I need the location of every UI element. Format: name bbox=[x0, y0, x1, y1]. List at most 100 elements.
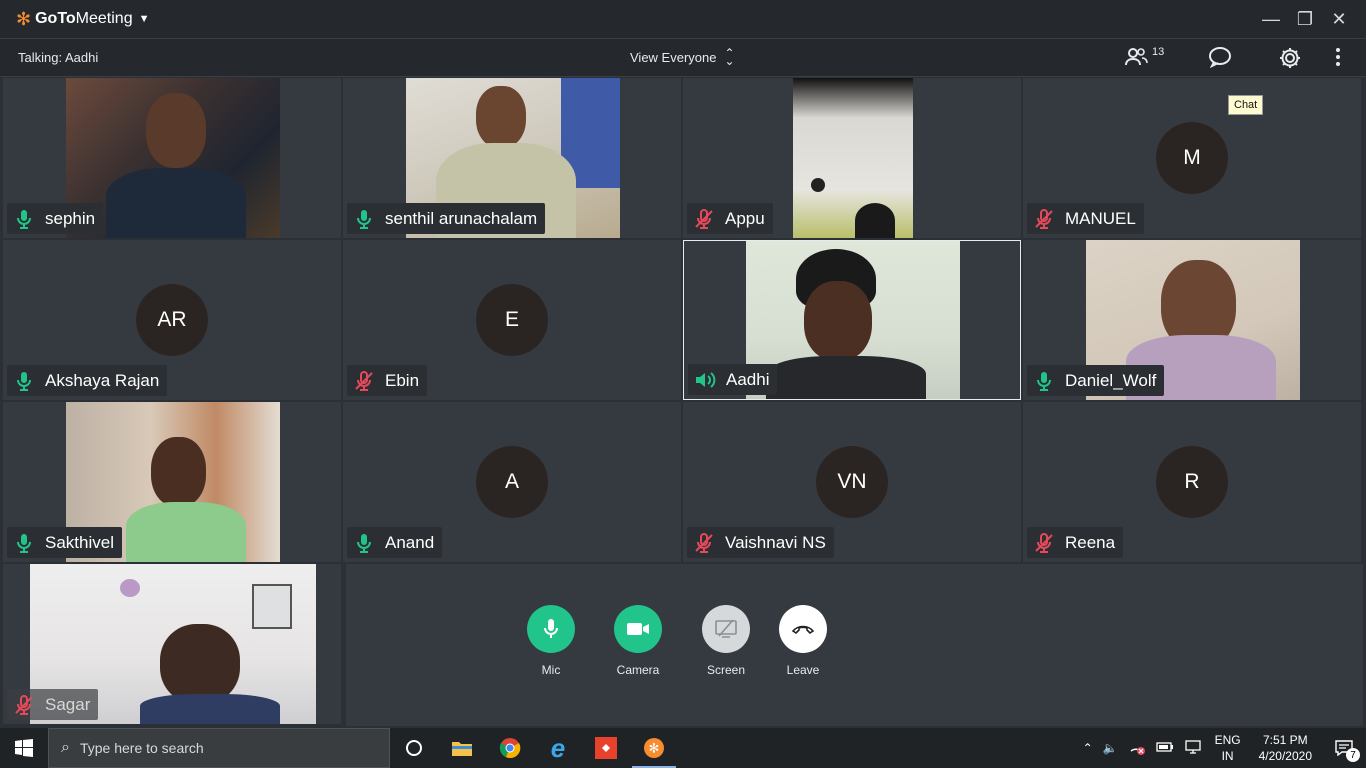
people-icon bbox=[1125, 48, 1148, 66]
internet-explorer-icon: e bbox=[550, 732, 566, 763]
participant-tile[interactable]: E Ebin bbox=[343, 240, 681, 400]
participant-nametag: Ebin bbox=[347, 365, 428, 396]
mic-muted-icon bbox=[13, 694, 35, 716]
action-center-button[interactable]: 7 bbox=[1322, 728, 1366, 768]
file-explorer-button[interactable] bbox=[438, 728, 486, 768]
mic-button[interactable] bbox=[527, 605, 575, 653]
leave-label: Leave bbox=[786, 663, 820, 677]
video-feed bbox=[746, 241, 960, 399]
participant-tile[interactable]: A Anand bbox=[343, 402, 681, 562]
participant-tile[interactable]: sephin bbox=[3, 78, 341, 238]
internet-explorer-button[interactable]: e bbox=[534, 728, 582, 768]
close-button[interactable]: ✕ bbox=[1322, 9, 1356, 30]
anydesk-icon bbox=[595, 737, 617, 759]
camera-button[interactable] bbox=[614, 605, 662, 653]
participant-nametag: Daniel_Wolf bbox=[1027, 365, 1165, 396]
anydesk-button[interactable] bbox=[582, 728, 630, 768]
mic-on-icon bbox=[13, 370, 35, 392]
leave-control[interactable]: Leave bbox=[763, 605, 843, 677]
clock-button[interactable]: 7:51 PM 4/20/2020 bbox=[1249, 732, 1322, 764]
display-icon[interactable] bbox=[1179, 739, 1207, 758]
mic-muted-icon bbox=[353, 370, 375, 392]
minimize-button[interactable]: — bbox=[1254, 9, 1288, 30]
mic-muted-icon bbox=[1033, 532, 1055, 554]
caret-down-icon: ▼ bbox=[138, 13, 150, 25]
meeting-controls-area: Mic Camera Screen Leave bbox=[346, 564, 1363, 726]
system-tray: ⌃ 🔈 ENG IN 7:51 PM 4/20/2020 7 bbox=[1078, 728, 1366, 768]
participant-nametag: Vaishnavi NS bbox=[687, 527, 834, 558]
participant-name: Ebin bbox=[385, 370, 420, 390]
mic-on-icon bbox=[13, 532, 35, 554]
more-options-button[interactable] bbox=[1330, 46, 1346, 74]
participant-name: Akshaya Rajan bbox=[45, 370, 160, 390]
participant-tile[interactable]: Sagar bbox=[3, 564, 341, 724]
participant-tile[interactable]: senthil arunachalam bbox=[343, 78, 681, 238]
participant-avatar: VN bbox=[816, 446, 888, 518]
participant-nametag: Appu bbox=[687, 203, 773, 234]
participant-tile[interactable]: R Reena bbox=[1023, 402, 1361, 562]
taskbar-search-box[interactable]: ⌕ Type here to search bbox=[48, 728, 390, 768]
participant-nametag: sephin bbox=[7, 203, 104, 234]
chrome-button[interactable] bbox=[486, 728, 534, 768]
network-icon[interactable] bbox=[1123, 739, 1151, 758]
participant-tile[interactable]: AR Akshaya Rajan bbox=[3, 240, 341, 400]
windows-taskbar: ⌕ Type here to search e ✻ ⌃ 🔈 ENG IN 7:5… bbox=[0, 728, 1366, 768]
camera-icon bbox=[627, 623, 649, 635]
participant-avatar: M bbox=[1156, 122, 1228, 194]
participant-nametag: Anand bbox=[347, 527, 443, 558]
leave-button[interactable] bbox=[779, 605, 827, 653]
lang-bottom: IN bbox=[1221, 749, 1234, 763]
participant-name: Reena bbox=[1065, 532, 1116, 552]
participant-nametag: Aadhi bbox=[688, 364, 778, 395]
screen-share-button[interactable] bbox=[702, 605, 750, 653]
show-hidden-icons-button[interactable]: ⌃ bbox=[1078, 741, 1098, 755]
microphone-icon bbox=[544, 619, 558, 638]
search-icon: ⌕ bbox=[61, 739, 70, 756]
gotomeeting-taskbar-icon: ✻ bbox=[644, 738, 664, 758]
participant-tile[interactable]: M MANUEL bbox=[1023, 78, 1361, 238]
screen-control[interactable]: Screen bbox=[686, 605, 766, 677]
view-selector[interactable]: View Everyone ⌃ ⌄ bbox=[630, 47, 735, 67]
mic-control[interactable]: Mic bbox=[511, 605, 591, 677]
participant-tile[interactable]: Daniel_Wolf bbox=[1023, 240, 1361, 400]
participant-tile[interactable]: VN Vaishnavi NS bbox=[683, 402, 1021, 562]
lang-top: ENG bbox=[1214, 733, 1241, 747]
participant-name: Aadhi bbox=[726, 369, 770, 389]
brand-bold: GoTo bbox=[35, 10, 76, 27]
participant-avatar: A bbox=[476, 446, 548, 518]
chat-button[interactable] bbox=[1208, 46, 1232, 74]
mic-on-icon bbox=[1033, 370, 1055, 392]
participant-name: Daniel_Wolf bbox=[1065, 370, 1157, 390]
mic-muted-icon bbox=[693, 532, 715, 554]
start-button[interactable] bbox=[0, 728, 48, 768]
participant-name: MANUEL bbox=[1065, 208, 1136, 228]
screen-share-off-icon bbox=[715, 619, 737, 638]
input-language-button[interactable]: ENG IN bbox=[1207, 732, 1249, 764]
participant-avatar: R bbox=[1156, 446, 1228, 518]
participant-tile-active-speaker[interactable]: Aadhi bbox=[683, 240, 1021, 400]
participant-tile[interactable]: Sakthivel bbox=[3, 402, 341, 562]
participant-tile[interactable]: Appu bbox=[683, 78, 1021, 238]
restore-button[interactable]: ❐ bbox=[1288, 9, 1322, 30]
mic-on-icon bbox=[353, 208, 375, 230]
task-view-button[interactable] bbox=[390, 728, 438, 768]
gotomeeting-logo-icon: ✻ bbox=[16, 8, 32, 29]
camera-control[interactable]: Camera bbox=[598, 605, 678, 677]
participant-name: Sagar bbox=[45, 694, 91, 714]
windows-logo-icon bbox=[15, 739, 33, 757]
participant-name: sephin bbox=[45, 208, 96, 228]
volume-icon[interactable]: 🔈 bbox=[1098, 741, 1123, 755]
title-bar: ✻ GoTo Meeting ▼ — ❐ ✕ bbox=[0, 0, 1366, 39]
app-menu-button[interactable]: ✻ GoTo Meeting ▼ bbox=[16, 9, 149, 30]
screen-label: Screen bbox=[706, 663, 746, 677]
participant-name: Vaishnavi NS bbox=[725, 532, 826, 552]
chat-tooltip: Chat bbox=[1228, 95, 1264, 115]
settings-button[interactable] bbox=[1278, 46, 1302, 76]
people-button[interactable] bbox=[1124, 46, 1148, 74]
gotomeeting-window: ✻ GoTo Meeting ▼ — ❐ ✕ Talking: Aadhi Vi… bbox=[0, 0, 1366, 728]
battery-icon[interactable] bbox=[1151, 741, 1179, 756]
gotomeeting-taskbar-button[interactable]: ✻ bbox=[630, 728, 678, 768]
svg-text:✻: ✻ bbox=[649, 742, 660, 757]
time-text: 7:51 PM bbox=[1262, 733, 1308, 747]
participant-nametag: senthil arunachalam bbox=[347, 203, 546, 234]
